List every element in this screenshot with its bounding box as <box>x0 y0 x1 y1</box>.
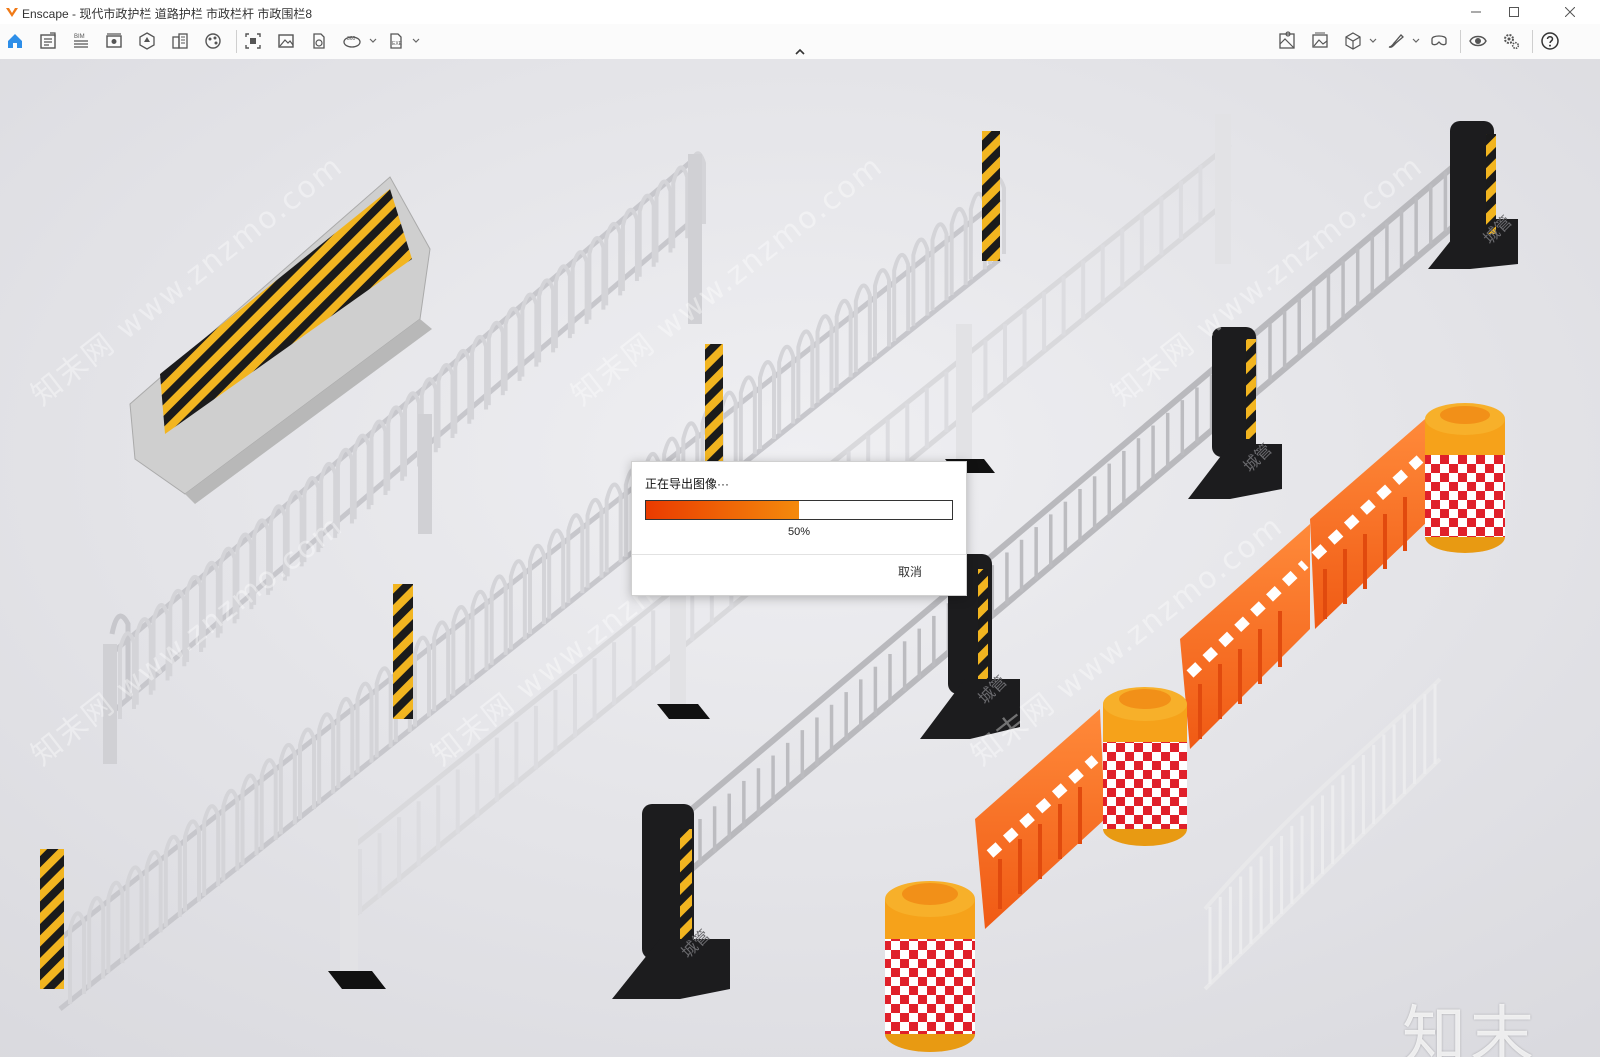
collapse-toolbar-chevron-up-icon[interactable] <box>792 46 808 58</box>
cube-chevron-down-icon[interactable] <box>1368 36 1378 46</box>
brush-icon[interactable] <box>1385 30 1407 52</box>
svg-text:EXE: EXE <box>392 41 403 47</box>
close-icon <box>1565 7 1575 17</box>
cube-view-icon[interactable] <box>1342 30 1364 52</box>
minimize-icon <box>1471 11 1481 13</box>
views-icon[interactable] <box>103 30 125 52</box>
title-bar: Enscape - 现代市政护栏 道路护栏 市政栏杆 市政围栏8 <box>0 0 1600 24</box>
export-icon[interactable] <box>308 30 330 52</box>
materials-icon[interactable] <box>202 30 224 52</box>
settings-icon[interactable] <box>1500 30 1522 52</box>
minimize-button[interactable] <box>1459 0 1493 24</box>
traffic-drum-3 <box>1425 403 1505 553</box>
close-button[interactable] <box>1553 0 1587 24</box>
exe-chevron-down-icon[interactable] <box>411 36 421 46</box>
traffic-drum-1 <box>885 881 975 1052</box>
window-title: Enscape - 现代市政护栏 道路护栏 市政栏杆 市政围栏8 <box>22 7 313 21</box>
bim-icon[interactable]: BIM <box>70 30 92 52</box>
help-icon[interactable] <box>1539 30 1561 52</box>
maximize-icon <box>1509 7 1519 17</box>
brush-chevron-down-icon[interactable] <box>1411 36 1421 46</box>
visibility-icon[interactable] <box>1467 30 1489 52</box>
export-status-label: 正在导出图像··· <box>645 477 729 491</box>
home-icon[interactable] <box>4 30 26 52</box>
svg-text:BIM: BIM <box>74 34 85 40</box>
dialog-divider <box>632 554 966 555</box>
panorama-chevron-down-icon[interactable] <box>368 36 378 46</box>
progress-bar <box>645 500 953 520</box>
progress-percent: 50% <box>787 526 811 538</box>
traffic-drum-2 <box>1103 687 1187 846</box>
map-icon[interactable] <box>1276 30 1298 52</box>
maximize-button[interactable] <box>1497 0 1531 24</box>
enscape-logo-icon <box>6 8 18 17</box>
image-library-icon[interactable] <box>1309 30 1331 52</box>
screenshot-icon[interactable] <box>242 30 264 52</box>
cancel-button[interactable]: 取消 <box>898 563 922 580</box>
asset-library-icon[interactable] <box>37 30 59 52</box>
progress-bar-fill <box>646 501 799 519</box>
brand-mark: 知末 <box>1402 1000 1538 1057</box>
visual-settings-icon[interactable] <box>136 30 158 52</box>
vr-icon[interactable] <box>1428 30 1450 52</box>
batch-render-icon[interactable] <box>275 30 297 52</box>
svg-text:360: 360 <box>347 36 356 42</box>
panorama-icon[interactable]: 360 <box>341 30 363 52</box>
exe-export-icon[interactable]: EXE <box>385 30 407 52</box>
buildings-icon[interactable] <box>169 30 191 52</box>
